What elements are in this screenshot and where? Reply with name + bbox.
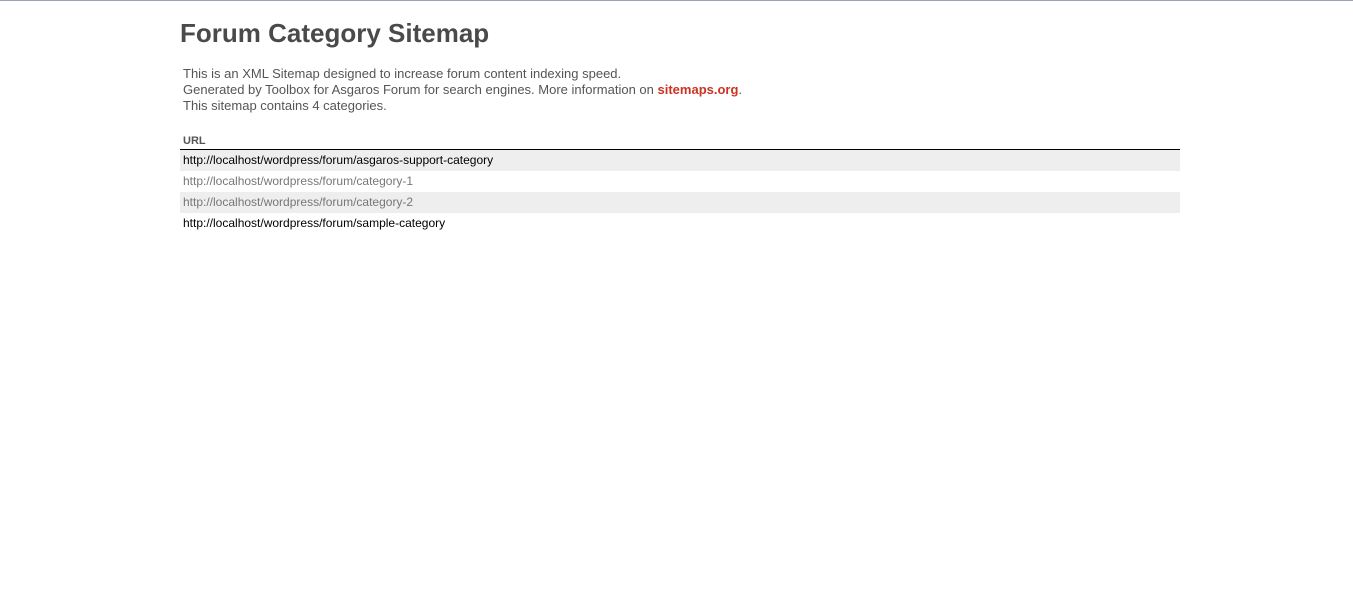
intro-line-3: This sitemap contains 4 categories. <box>183 98 387 113</box>
url-link[interactable]: http://localhost/wordpress/forum/categor… <box>183 174 413 188</box>
table-header-row: URL <box>180 134 1180 150</box>
intro-line-2-suffix: . <box>738 82 743 97</box>
url-link[interactable]: http://localhost/wordpress/forum/asgaros… <box>183 153 493 167</box>
url-link[interactable]: http://localhost/wordpress/forum/categor… <box>183 195 413 209</box>
url-link[interactable]: http://localhost/wordpress/forum/sample-… <box>183 216 445 230</box>
table-cell-url: http://localhost/wordpress/forum/categor… <box>180 171 1180 192</box>
table-row: http://localhost/wordpress/forum/categor… <box>180 171 1180 192</box>
intro-text: This is an XML Sitemap designed to incre… <box>180 66 1180 114</box>
table-row: http://localhost/wordpress/forum/sample-… <box>180 213 1180 234</box>
sitemap-container: Forum Category Sitemap This is an XML Si… <box>180 17 1180 234</box>
intro-line-2-prefix: Generated by Toolbox for Asgaros Forum f… <box>183 82 658 97</box>
sitemaps-org-link[interactable]: sitemaps.org <box>658 82 739 97</box>
table-cell-url: http://localhost/wordpress/forum/categor… <box>180 192 1180 213</box>
table-cell-url: http://localhost/wordpress/forum/sample-… <box>180 213 1180 234</box>
table-row: http://localhost/wordpress/forum/asgaros… <box>180 149 1180 171</box>
table-cell-url: http://localhost/wordpress/forum/asgaros… <box>180 149 1180 171</box>
top-border <box>0 0 1353 1</box>
column-header-url: URL <box>180 134 1180 150</box>
intro-line-1: This is an XML Sitemap designed to incre… <box>183 66 622 81</box>
page-title: Forum Category Sitemap <box>180 18 490 48</box>
sitemap-table: URL http://localhost/wordpress/forum/asg… <box>180 134 1180 234</box>
table-row: http://localhost/wordpress/forum/categor… <box>180 192 1180 213</box>
intro-line-2: Generated by Toolbox for Asgaros Forum f… <box>183 82 1180 98</box>
